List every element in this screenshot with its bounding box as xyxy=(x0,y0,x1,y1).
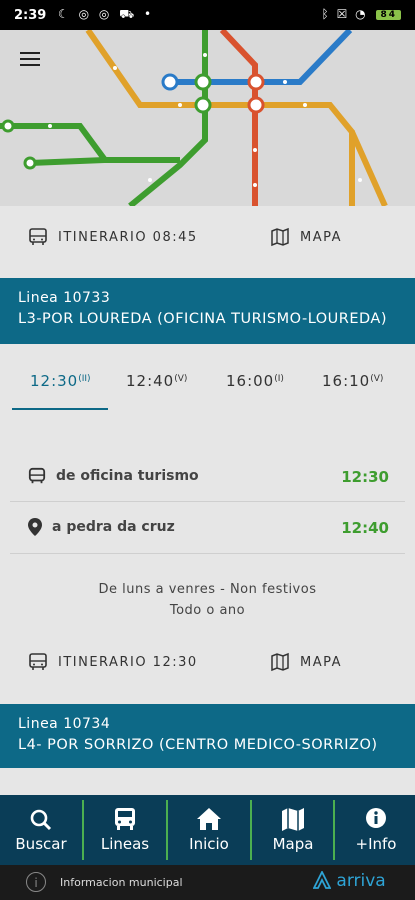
location-pin-icon xyxy=(28,518,42,536)
status-icons-left: ☾ ◎ ◎ ⛟ • xyxy=(58,7,155,21)
arriva-logo-icon xyxy=(312,869,332,889)
bottom-navigation: Buscar Lineas Inicio Mapa +Info xyxy=(0,795,415,865)
map-button[interactable]: MAPA xyxy=(270,207,342,267)
line-number: Linea 10733 xyxy=(18,290,111,306)
active-tab-indicator xyxy=(12,408,108,410)
divider xyxy=(10,553,405,554)
map-label: MAPA xyxy=(300,229,343,245)
stop-row-destination: a pedra da cruz 12:40 xyxy=(0,503,415,553)
nav-buscar[interactable]: Buscar xyxy=(0,795,82,865)
home-icon xyxy=(197,808,221,830)
map-icon xyxy=(271,227,289,247)
stop-time: 12:30 xyxy=(341,468,389,486)
tab-1600[interactable]: 16:00(I) xyxy=(226,372,284,390)
bus-icon xyxy=(115,808,135,830)
line1-schedule-actions: ITINERARIO 12:30 MAPA xyxy=(0,632,415,692)
metro-map-illustration xyxy=(0,30,388,206)
footer-bar: i Informacion municipal arriva xyxy=(0,865,415,900)
stop-row-origin: de oficina turismo 12:30 xyxy=(0,452,415,502)
map-button[interactable]: MAPA xyxy=(270,632,342,692)
departure-time-tabs: 12:30(II) 12:40(V) 16:00(I) 16:10(V) xyxy=(0,345,415,415)
line-name: L3-POR LOUREDA (OFICINA TURISMO-LOUREDA) xyxy=(18,311,387,327)
line1-actions: ITINERARIO 08:45 MAPA xyxy=(0,207,415,267)
schedule-period: Todo o ano xyxy=(169,603,246,618)
tab-1240[interactable]: 12:40(V) xyxy=(126,372,187,390)
bus-icon xyxy=(28,467,46,484)
search-icon xyxy=(30,809,52,831)
divider xyxy=(10,501,405,502)
info-icon xyxy=(366,808,386,828)
map-icon xyxy=(271,652,289,672)
status-bar: 2:39 ☾ ◎ ◎ ⛟ • ᛒ ☒ ◔ 84 xyxy=(0,0,415,30)
stop-label: de oficina turismo xyxy=(56,468,199,484)
info-icon[interactable]: i xyxy=(26,872,46,892)
map-icon xyxy=(282,808,304,831)
line-number: Linea 10734 xyxy=(18,716,111,732)
battery-indicator: 84 xyxy=(376,10,401,20)
nav-lineas[interactable]: Lineas xyxy=(84,795,166,865)
stop-time: 12:40 xyxy=(341,519,389,537)
wifi-icon: ◔ xyxy=(355,7,368,21)
line-name: L4- POR SORRIZO (CENTRO MEDICO-SORRIZO) xyxy=(18,737,378,753)
itinerary-button[interactable]: ITINERARIO 12:30 xyxy=(28,632,198,692)
tab-1230[interactable]: 12:30(II) xyxy=(30,372,91,390)
itinerary-button[interactable]: ITINERARIO 08:45 xyxy=(28,207,198,267)
close-box-icon: ☒ xyxy=(336,7,350,21)
metro-map-header xyxy=(0,30,415,206)
itinerary-label: ITINERARIO 08:45 xyxy=(58,229,198,245)
stop-label: a pedra da cruz xyxy=(52,519,175,535)
nav-inicio[interactable]: Inicio xyxy=(168,795,250,865)
bluetooth-icon: ᛒ xyxy=(321,7,331,21)
line-banner-10733[interactable]: Linea 10733 L3-POR LOUREDA (OFICINA TURI… xyxy=(0,278,415,344)
footer-text[interactable]: Informacion municipal xyxy=(60,876,183,889)
menu-icon[interactable] xyxy=(20,52,40,68)
schedule-days: De luns a venres - Non festivos xyxy=(98,582,317,597)
status-time: 2:39 xyxy=(14,8,47,23)
bus-icon xyxy=(29,653,47,670)
status-icons-right: ᛒ ☒ ◔ 84 xyxy=(322,7,401,21)
nav-info[interactable]: +Info xyxy=(335,795,415,865)
map-label: MAPA xyxy=(300,654,343,670)
nav-mapa[interactable]: Mapa xyxy=(252,795,334,865)
bus-icon xyxy=(29,228,47,245)
brand-logo: arriva xyxy=(312,869,386,891)
itinerary-label: ITINERARIO 12:30 xyxy=(58,654,198,670)
line-banner-10734[interactable]: Linea 10734 L4- POR SORRIZO (CENTRO MEDI… xyxy=(0,704,415,768)
tab-1610[interactable]: 16:10(V) xyxy=(322,372,383,390)
